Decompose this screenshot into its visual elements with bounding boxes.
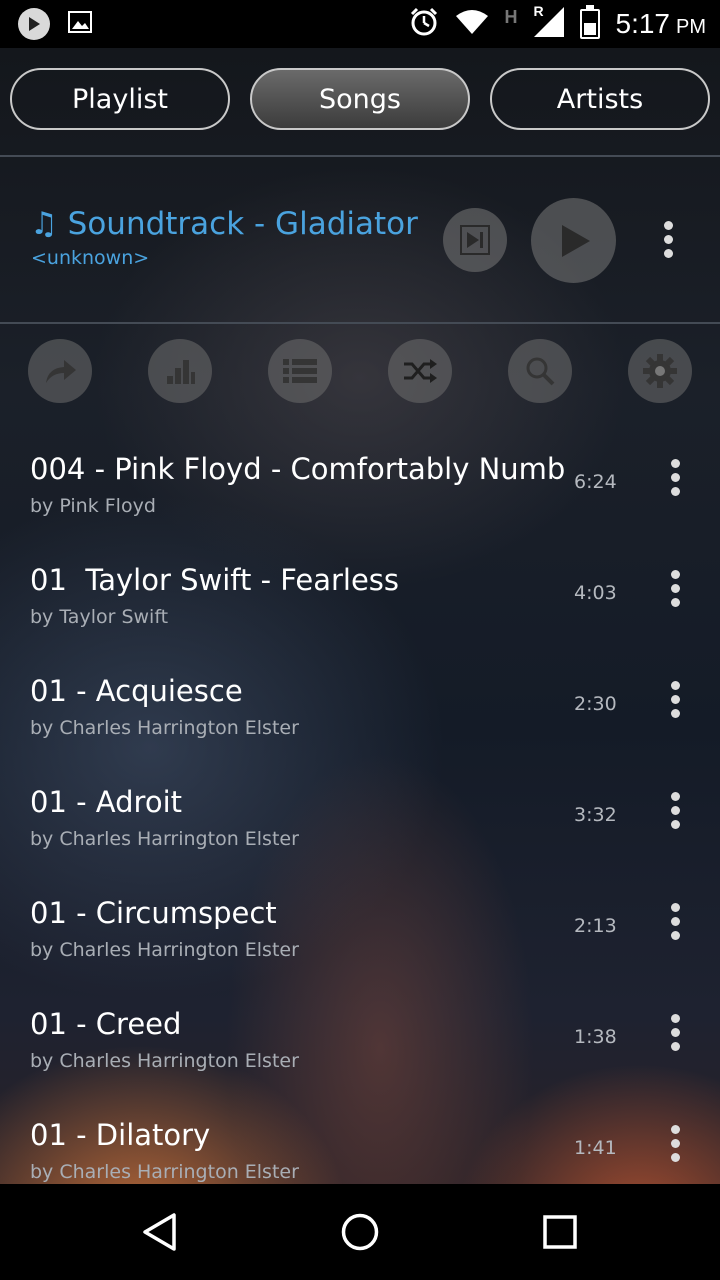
queue-button[interactable]	[268, 339, 332, 403]
song-row[interactable]: 01 Taylor Swift - Fearless by Taylor Swi…	[0, 563, 720, 674]
song-artist: by Charles Harrington Elster	[30, 1050, 299, 1072]
recents-icon[interactable]	[542, 1214, 578, 1250]
clock: 5:17 PM	[616, 8, 707, 40]
search-button[interactable]	[508, 339, 572, 403]
song-more-button[interactable]	[671, 570, 680, 612]
tab-artists[interactable]: Artists	[490, 68, 710, 130]
song-title: 004 - Pink Floyd - Comfortably Numb	[30, 452, 566, 486]
settings-button[interactable]	[628, 339, 692, 403]
divider	[0, 155, 720, 157]
song-duration: 6:24	[574, 471, 617, 493]
song-title: 01 - Creed	[30, 1007, 182, 1041]
song-artist: by Charles Harrington Elster	[30, 1161, 299, 1183]
song-duration: 1:41	[574, 1137, 617, 1159]
battery-icon	[579, 5, 600, 39]
song-row[interactable]: 01 - Acquiesce by Charles Harrington Els…	[0, 674, 720, 785]
song-artist: by Charles Harrington Elster	[30, 939, 299, 961]
song-more-button[interactable]	[671, 1014, 680, 1056]
share-button[interactable]	[28, 339, 92, 403]
song-duration: 1:38	[574, 1026, 617, 1048]
navigation-bar	[0, 1184, 720, 1280]
tab-songs[interactable]: Songs	[250, 68, 470, 130]
song-row[interactable]: 004 - Pink Floyd - Comfortably Numb by P…	[0, 452, 720, 563]
now-playing-title-text: Soundtrack - Gladiator	[67, 206, 418, 242]
song-more-button[interactable]	[671, 1125, 680, 1167]
tab-bar: Playlist Songs Artists	[10, 68, 710, 134]
song-title: 01 Taylor Swift - Fearless	[30, 563, 400, 597]
network-type-label: H	[504, 6, 518, 27]
roaming-label: R	[533, 3, 544, 19]
status-bar: H R 5:17 PM	[0, 0, 720, 48]
play-icon	[561, 224, 590, 257]
now-playing-title: ♫ Soundtrack - Gladiator	[30, 206, 418, 242]
wifi-icon	[455, 9, 489, 39]
song-artist: by Charles Harrington Elster	[30, 828, 299, 850]
song-row[interactable]: 01 - Adroit by Charles Harrington Elster…	[0, 785, 720, 896]
clock-time: 5:17	[615, 8, 671, 39]
back-icon[interactable]	[140, 1212, 180, 1252]
equalizer-icon	[167, 360, 195, 384]
next-track-button[interactable]	[443, 208, 507, 272]
tab-playlist[interactable]: Playlist	[10, 68, 230, 130]
song-row[interactable]: 01 - Dilatory by Charles Harrington Elst…	[0, 1118, 720, 1184]
shuffle-button[interactable]	[388, 339, 452, 403]
signal-icon: R	[533, 3, 564, 41]
song-artist: by Charles Harrington Elster	[30, 717, 299, 739]
shuffle-icon	[404, 359, 437, 383]
play-icon	[18, 8, 50, 40]
list-icon	[283, 359, 317, 383]
song-artist: by Taylor Swift	[30, 606, 169, 628]
search-icon	[526, 357, 555, 386]
song-duration: 2:13	[574, 915, 617, 937]
song-duration: 3:32	[574, 804, 617, 826]
song-row[interactable]: 01 - Circumspect by Charles Harrington E…	[0, 896, 720, 1007]
play-button[interactable]	[531, 198, 616, 283]
image-icon	[68, 11, 92, 37]
song-more-button[interactable]	[671, 792, 680, 834]
clock-ampm: PM	[676, 16, 706, 38]
settings-icon	[643, 354, 677, 388]
song-row[interactable]: 01 - Creed by Charles Harrington Elster …	[0, 1007, 720, 1118]
song-title: 01 - Acquiesce	[30, 674, 243, 708]
song-more-button[interactable]	[671, 459, 680, 501]
now-playing-artist: <unknown>	[31, 247, 150, 269]
song-more-button[interactable]	[671, 903, 680, 945]
song-title: 01 - Adroit	[30, 785, 182, 819]
alarm-icon	[409, 7, 439, 41]
music-note-icon: ♫	[30, 206, 58, 242]
equalizer-button[interactable]	[148, 339, 212, 403]
song-artist: by Pink Floyd	[30, 495, 156, 517]
song-duration: 2:30	[574, 693, 617, 715]
home-icon[interactable]	[340, 1212, 380, 1252]
song-more-button[interactable]	[671, 681, 680, 723]
skip-next-icon	[460, 225, 490, 255]
song-title: 01 - Circumspect	[30, 896, 277, 930]
song-duration: 4:03	[574, 582, 617, 604]
share-icon	[46, 360, 76, 383]
now-playing-more-button[interactable]	[664, 221, 673, 263]
divider	[0, 322, 720, 324]
song-title: 01 - Dilatory	[30, 1118, 211, 1152]
